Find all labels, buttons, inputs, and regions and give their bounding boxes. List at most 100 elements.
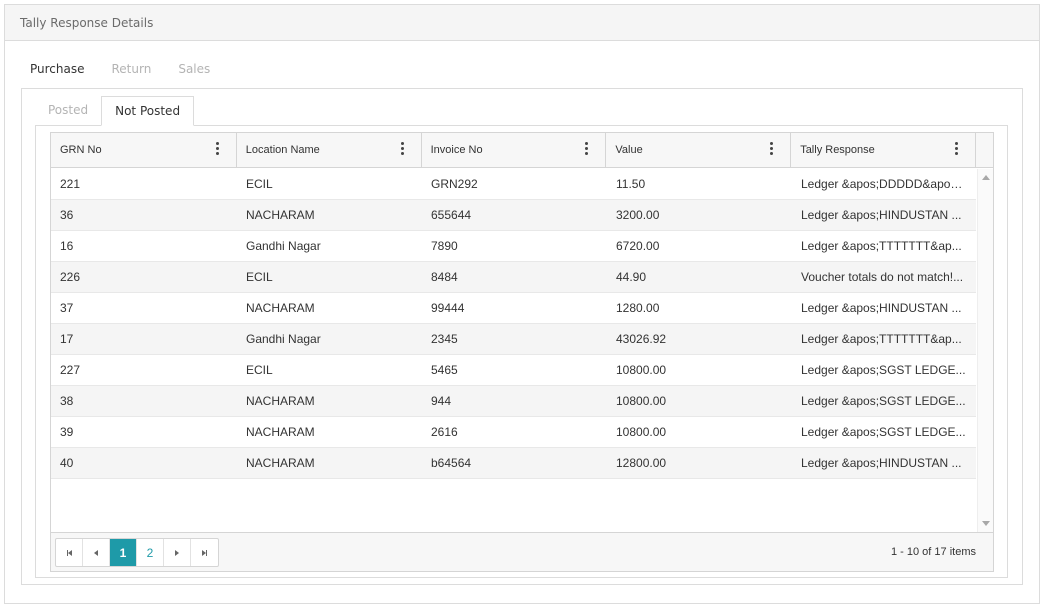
table-cell: 3200.00 — [616, 208, 660, 222]
table-cell: 10800.00 — [616, 394, 667, 408]
table-cell: Ledger &apos;SGST LEDGE... — [801, 394, 966, 408]
column-menu-icon[interactable] — [400, 142, 405, 156]
table-row[interactable]: 16 Gandhi Nagar 7890 6720.00 Ledger &apos;TT… — [51, 231, 976, 262]
table-cell: Ledger &apos;HINDUSTAN ... — [801, 208, 962, 222]
table-cell: Ledger &apos;SGST LEDGE... — [801, 425, 966, 439]
table-cell: 1280.00 — [616, 301, 660, 315]
panel-header: Tally Response Details — [5, 5, 1039, 41]
pager: 1 2 1 - 10 of 17 items — [51, 532, 993, 571]
table-cell: 221 — [60, 177, 81, 191]
column-header-tally-response[interactable]: Tally Response — [791, 133, 976, 167]
table-cell: 944 — [431, 394, 452, 408]
next-page-button[interactable] — [164, 539, 191, 566]
pager-buttons: 1 2 — [55, 538, 219, 567]
prev-page-button[interactable] — [83, 539, 110, 566]
tab-not-posted[interactable]: Not Posted — [101, 96, 195, 126]
column-header-value[interactable]: Value — [606, 133, 792, 167]
table-row[interactable]: 38 NACHARAM 944 10800.00 Ledger &apos;SGST L… — [51, 386, 976, 417]
table-row[interactable]: 37 NACHARAM 99444 1280.00 Ledger &apos;HINDU… — [51, 293, 976, 324]
tally-response-grid: GRN No Location Name Invoice No Value Ta… — [50, 132, 994, 572]
table-cell: Gandhi Nagar — [246, 239, 321, 253]
grid-header: GRN No Location Name Invoice No Value Ta… — [51, 133, 993, 168]
table-cell: 99444 — [431, 301, 465, 315]
column-menu-icon[interactable] — [215, 142, 220, 156]
table-cell: Ledger &apos;TTTTTTT&ap... — [801, 332, 962, 346]
table-cell: Voucher totals do not match!... — [801, 270, 964, 284]
table-cell: 17 — [60, 332, 74, 346]
last-page-button[interactable] — [191, 539, 218, 566]
prev-page-icon — [94, 549, 98, 556]
panel-title: Tally Response Details — [20, 15, 154, 30]
column-label: Tally Response — [800, 144, 875, 156]
sub-tabs: Posted Not Posted — [35, 96, 195, 126]
next-page-icon — [175, 549, 179, 556]
table-cell: 227 — [60, 363, 81, 377]
table-row[interactable]: 39 NACHARAM 2616 10800.00 Ledger &apos;SGST … — [51, 417, 976, 448]
column-menu-icon[interactable] — [585, 142, 589, 156]
table-cell: 2616 — [431, 425, 458, 439]
column-label: Value — [615, 144, 643, 156]
pager-info: 1 - 10 of 17 items — [891, 546, 976, 558]
table-cell: 39 — [60, 425, 74, 439]
table-cell: 226 — [60, 270, 81, 284]
tab-posted[interactable]: Posted — [35, 96, 101, 126]
table-cell: 7890 — [431, 239, 458, 253]
column-label: GRN No — [60, 144, 102, 156]
table-cell: 40 — [60, 456, 74, 470]
table-cell: 6720.00 — [616, 239, 660, 253]
table-row[interactable]: 40 NACHARAM b64564 12800.00 Ledger &apos;HIN… — [51, 448, 976, 479]
column-header-location-name[interactable]: Location Name — [237, 133, 422, 167]
table-cell: ECIL — [246, 270, 273, 284]
table-cell: 44.90 — [616, 270, 647, 284]
header-scroll-spacer — [976, 133, 993, 167]
table-cell: GRN292 — [431, 177, 478, 191]
table-cell: Ledger &apos;TTTTTTT&ap... — [801, 239, 962, 253]
table-row[interactable]: 17 Gandhi Nagar 2345 43026.92 Ledger &apos;T… — [51, 324, 976, 355]
table-cell: 38 — [60, 394, 74, 408]
table-cell: 2345 — [431, 332, 458, 346]
table-row[interactable]: 221 ECIL GRN292 11.50 Ledger &apos;DDDDD&apo… — [51, 169, 976, 200]
column-label: Invoice No — [430, 144, 483, 156]
column-header-invoice-no[interactable]: Invoice No — [422, 133, 607, 167]
table-cell: 10800.00 — [616, 363, 667, 377]
table-cell: NACHARAM — [246, 456, 315, 470]
column-menu-icon[interactable] — [770, 142, 774, 156]
table-cell: 10800.00 — [616, 425, 667, 439]
table-cell: 36 — [60, 208, 74, 222]
table-cell: Ledger &apos;HINDUSTAN ... — [801, 301, 962, 315]
first-page-button[interactable] — [56, 539, 83, 566]
table-cell: 43026.92 — [616, 332, 667, 346]
table-cell: Ledger &apos;SGST LEDGE... — [801, 363, 966, 377]
page-1-button[interactable]: 1 — [110, 539, 137, 566]
table-row[interactable]: 226 ECIL 8484 44.90 Voucher totals do not ma… — [51, 262, 976, 293]
tab-purchase[interactable]: Purchase — [30, 62, 85, 76]
page-2-button[interactable]: 2 — [137, 539, 164, 566]
table-cell: NACHARAM — [246, 425, 315, 439]
table-cell: Gandhi Nagar — [246, 332, 321, 346]
table-cell: 37 — [60, 301, 74, 315]
table-cell: ECIL — [246, 177, 273, 191]
table-row[interactable]: 227 ECIL 5465 10800.00 Ledger &apos;SGST LED… — [51, 355, 976, 386]
tab-return[interactable]: Return — [112, 62, 152, 76]
table-cell: 8484 — [431, 270, 458, 284]
scroll-down-icon[interactable] — [982, 521, 990, 526]
tab-sales[interactable]: Sales — [178, 62, 210, 76]
table-cell: 16 — [60, 239, 74, 253]
table-cell: NACHARAM — [246, 394, 315, 408]
scroll-up-icon[interactable] — [982, 175, 990, 180]
table-cell: 12800.00 — [616, 456, 667, 470]
table-cell: ECIL — [246, 363, 273, 377]
grid-body: 221 ECIL GRN292 11.50 Ledger &apos;DDDDD&apo… — [51, 169, 976, 532]
table-cell: 5465 — [431, 363, 458, 377]
main-tabs: Purchase Return Sales — [30, 62, 237, 76]
column-header-grn-no[interactable]: GRN No — [51, 133, 237, 167]
table-cell: 655644 — [431, 208, 472, 222]
table-cell: Ledger &apos;DDDDD&apos;... — [801, 177, 970, 191]
column-menu-icon[interactable] — [954, 142, 959, 156]
table-row[interactable]: 36 NACHARAM 655644 3200.00 Ledger &apos;HIND… — [51, 200, 976, 231]
table-cell: b64564 — [431, 456, 472, 470]
vertical-scrollbar[interactable] — [977, 169, 993, 532]
table-cell: NACHARAM — [246, 208, 315, 222]
table-cell: Ledger &apos;HINDUSTAN ... — [801, 456, 962, 470]
table-cell: NACHARAM — [246, 301, 315, 315]
